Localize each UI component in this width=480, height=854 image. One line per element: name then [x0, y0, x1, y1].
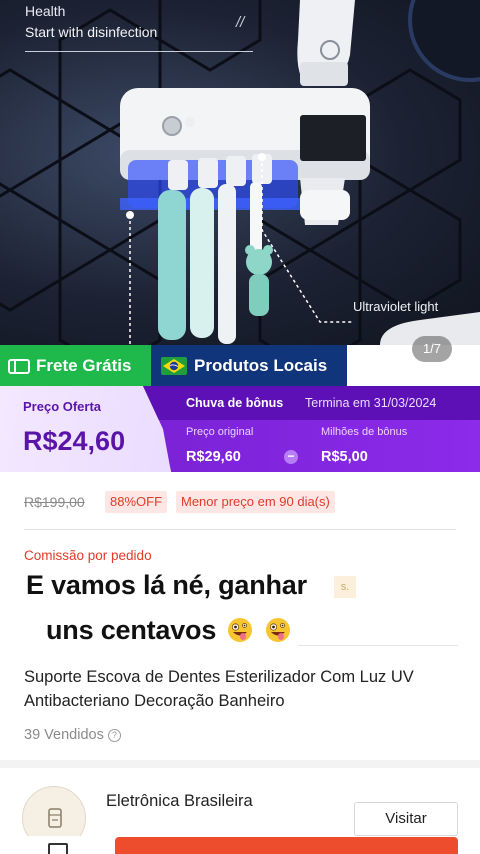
offer-price-label: Preço Oferta — [23, 399, 102, 414]
truck-icon — [8, 358, 30, 374]
free-shipping-badge: Frete Grátis — [0, 345, 151, 386]
hero-slash: // — [236, 14, 245, 31]
local-products-label: Produtos Locais — [194, 355, 328, 375]
hero-underline — [25, 51, 253, 52]
caption-overlay-line1: E vamos lá né, ganhar — [26, 570, 307, 600]
lowest-price-tag: Menor preço em 90 dia(s) — [176, 491, 335, 513]
free-shipping-label: Frete Grátis — [36, 355, 132, 375]
caption-overlay-line2: uns centavos — [46, 615, 291, 646]
minus-icon: − — [284, 450, 298, 464]
original-price-label: Preço original — [186, 426, 254, 438]
brazil-flag-icon — [161, 356, 187, 375]
offer-price-value: R$24,60 — [23, 426, 126, 456]
sold-count-text: 39 Vendidos — [24, 727, 104, 743]
product-title: Suporte Escova de Dentes Esterilizador C… — [24, 668, 414, 710]
zany-face-icon — [228, 618, 253, 642]
uv-callout-label: Ultraviolet light — [353, 299, 439, 314]
bonus-panel[interactable]: Chuva de bônus Termina em 31/03/2024 Pre… — [143, 386, 480, 472]
hero-heading: Health — [25, 3, 66, 19]
image-counter: 1/7 — [412, 336, 452, 362]
section-separator — [0, 760, 480, 768]
zany-face-icon — [265, 618, 290, 642]
hero-subtitle: Start with disinfection — [25, 24, 158, 40]
faded-chip: s. — [334, 576, 356, 598]
help-icon[interactable]: ? — [107, 728, 121, 742]
bonus-amount-value: R$5,00 — [321, 449, 368, 465]
old-price: R$199,00 — [24, 494, 85, 510]
offer-price-panel: Preço Oferta R$24,60 — [0, 386, 170, 472]
store-name[interactable]: Eletrônica Brasileira — [106, 792, 253, 811]
faded-divider — [298, 645, 458, 646]
bonus-end-date: Termina em 31/03/2024 — [305, 396, 437, 410]
original-price-value: R$29,60 — [186, 449, 241, 465]
local-products-badge: Produtos Locais — [151, 345, 347, 386]
divider — [24, 529, 456, 530]
caption-overlay-text: uns centavos — [46, 615, 217, 645]
discount-tag: 88%OFF — [105, 491, 168, 513]
visit-store-button[interactable]: Visitar — [354, 802, 458, 836]
store-icon[interactable] — [46, 843, 70, 854]
product-image[interactable]: Health Start with disinfection // Ultrav… — [0, 0, 480, 345]
bonus-title: Chuva de bônus — [186, 396, 284, 410]
commission-label: Comissão por pedido — [24, 548, 152, 563]
bonus-amount-label: Milhões de bônus — [321, 426, 408, 438]
sold-count: 39 Vendidos ? — [24, 727, 121, 743]
buy-now-button[interactable] — [115, 837, 458, 854]
